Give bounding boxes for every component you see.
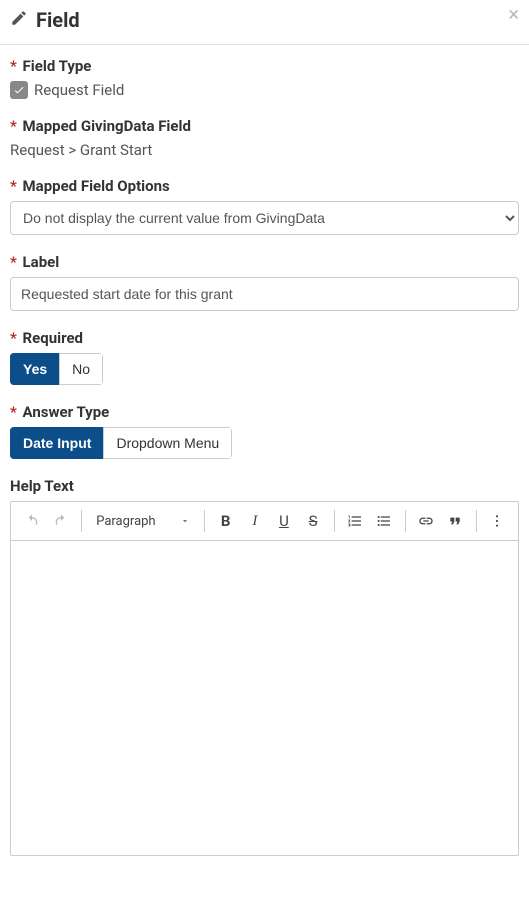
paragraph-style-select[interactable]: Paragraph: [88, 506, 198, 536]
toolbar-separator: [81, 510, 82, 532]
editor-toolbar: Paragraph B I U S: [11, 502, 518, 541]
answer-type-label: * Answer Type: [10, 403, 519, 421]
strikethrough-icon[interactable]: S: [298, 506, 327, 536]
redo-icon[interactable]: [46, 506, 75, 536]
bold-icon[interactable]: B: [211, 506, 240, 536]
answer-type-dropdown-button[interactable]: Dropdown Menu: [103, 427, 232, 459]
answer-type-toggle: Date Input Dropdown Menu: [10, 427, 232, 459]
link-icon[interactable]: [412, 506, 441, 536]
bullet-list-icon[interactable]: [370, 506, 399, 536]
italic-icon[interactable]: I: [240, 506, 269, 536]
undo-icon[interactable]: [17, 506, 46, 536]
request-field-checkbox-label: Request Field: [34, 81, 124, 99]
request-field-checkbox-row: Request Field: [10, 81, 519, 99]
label-section: * Label: [10, 253, 519, 311]
mapped-field-value: Request > Grant Start: [10, 141, 519, 159]
toolbar-separator: [405, 510, 406, 532]
field-type-section: * Field Type Request Field: [10, 57, 519, 99]
label-field-label: * Label: [10, 253, 519, 271]
required-label: * Required: [10, 329, 519, 347]
numbered-list-icon[interactable]: [341, 506, 370, 536]
page-title: Field: [36, 8, 80, 32]
required-section: * Required Yes No: [10, 329, 519, 385]
rich-text-editor: Paragraph B I U S: [10, 501, 519, 856]
pencil-icon: [10, 9, 28, 31]
toolbar-separator: [476, 510, 477, 532]
mapped-options-label: * Mapped Field Options: [10, 177, 519, 195]
editor-textarea[interactable]: [11, 541, 518, 855]
toolbar-separator: [334, 510, 335, 532]
chevron-down-icon: [180, 516, 190, 526]
answer-type-section: * Answer Type Date Input Dropdown Menu: [10, 403, 519, 459]
required-toggle: Yes No: [10, 353, 103, 385]
underline-icon[interactable]: U: [269, 506, 298, 536]
blockquote-icon[interactable]: [441, 506, 470, 536]
mapped-options-section: * Mapped Field Options Do not display th…: [10, 177, 519, 235]
help-text-section: Help Text Paragraph B I U S: [10, 477, 519, 856]
required-yes-button[interactable]: Yes: [10, 353, 60, 385]
toolbar-separator: [204, 510, 205, 532]
close-icon[interactable]: ×: [508, 4, 519, 24]
checkbox-checked-icon[interactable]: [10, 81, 28, 99]
paragraph-style-label: Paragraph: [96, 514, 155, 529]
label-input[interactable]: [10, 277, 519, 311]
field-type-label: * Field Type: [10, 57, 519, 75]
mapped-options-select[interactable]: Do not display the current value from Gi…: [10, 201, 519, 235]
answer-type-date-button[interactable]: Date Input: [10, 427, 104, 459]
mapped-field-section: * Mapped GivingData Field Request > Gran…: [10, 117, 519, 159]
help-text-label: Help Text: [10, 477, 519, 495]
form-content: * Field Type Request Field * Mapped Givi…: [0, 45, 529, 868]
required-no-button[interactable]: No: [59, 353, 103, 385]
more-icon[interactable]: [483, 506, 512, 536]
header: Field ×: [0, 0, 529, 45]
mapped-field-label: * Mapped GivingData Field: [10, 117, 519, 135]
